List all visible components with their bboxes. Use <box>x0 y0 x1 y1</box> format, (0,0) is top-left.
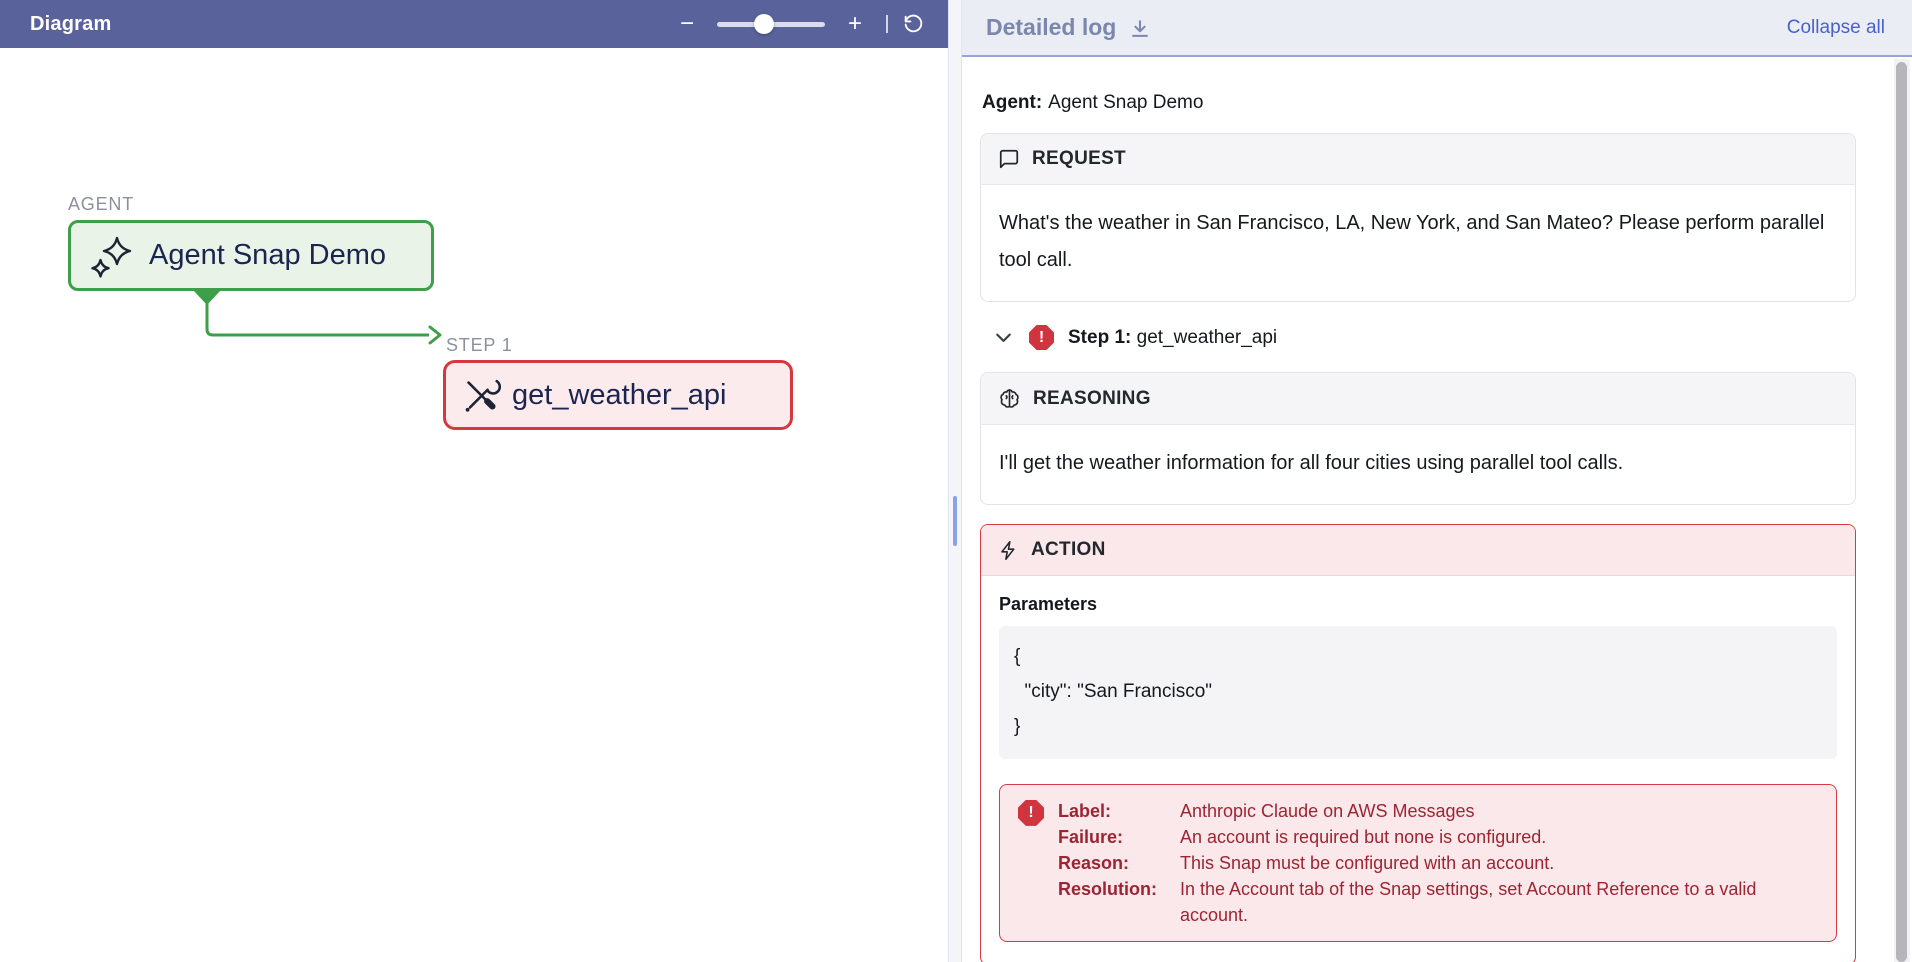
connector-lines <box>0 48 948 962</box>
splitter-drag-handle[interactable] <box>953 496 957 546</box>
panel-splitter[interactable] <box>948 0 962 962</box>
diagram-panel: Diagram − + <box>0 0 948 962</box>
diagram-panel-title: Diagram <box>30 13 111 36</box>
action-card-header: ACTION <box>981 525 1855 576</box>
parameters-label: Parameters <box>999 594 1837 615</box>
log-scrollbar-thumb[interactable] <box>1896 62 1907 962</box>
log-body: Agent: Agent Snap Demo REQUEST What's the… <box>962 57 1912 962</box>
agent-line-value: Agent Snap Demo <box>1048 92 1203 113</box>
download-icon <box>1129 18 1151 40</box>
error-row-label: Reason: <box>1058 850 1180 876</box>
collapse-all-link[interactable]: Collapse all <box>1787 17 1885 39</box>
error-row-value: An account is required but none is confi… <box>1180 824 1818 850</box>
download-log-button[interactable] <box>1129 18 1151 40</box>
request-card-header: REQUEST <box>981 134 1855 185</box>
error-row-value: Anthropic Claude on AWS Messages <box>1180 798 1818 824</box>
speech-bubble-icon <box>998 148 1020 170</box>
diagram-canvas[interactable]: AGENT Agent Snap Demo STEP 1 <box>0 48 948 962</box>
zoom-separator <box>886 15 888 33</box>
request-heading: REQUEST <box>1032 148 1126 170</box>
reasoning-heading: REASONING <box>1033 388 1151 410</box>
error-row-value: In the Account tab of the Snap settings,… <box>1180 876 1818 928</box>
reset-zoom-icon <box>903 14 924 35</box>
agent-line-label: Agent: <box>982 92 1042 113</box>
step1-node[interactable]: get_weather_api <box>443 360 793 430</box>
step1-error-badge: ! <box>1029 325 1054 350</box>
log-panel-title: Detailed log <box>986 14 1116 41</box>
error-row-label: Failure: <box>1058 824 1180 850</box>
reasoning-text: I'll get the weather information for all… <box>981 425 1855 504</box>
step1-row-text: Step 1: get_weather_api <box>1068 327 1277 349</box>
log-title-group: Detailed log <box>986 14 1151 41</box>
request-text: What's the weather in San Francisco, LA,… <box>981 185 1855 301</box>
zoom-slider[interactable] <box>717 14 825 34</box>
agent-node[interactable]: Agent Snap Demo <box>68 220 434 291</box>
step1-row-name: get_weather_api <box>1137 327 1278 348</box>
parameters-code-block: { "city": "San Francisco" } <box>999 626 1837 759</box>
error-row-value: This Snap must be configured with an acc… <box>1180 850 1818 876</box>
chevron-down-icon[interactable] <box>992 326 1015 349</box>
lightning-icon <box>998 540 1019 561</box>
step1-node-name: get_weather_api <box>512 379 726 412</box>
app-window: Diagram − + <box>0 0 1912 962</box>
error-row-label: Label: <box>1058 798 1180 824</box>
agent-line: Agent: Agent Snap Demo <box>982 92 1856 114</box>
exclamation-glyph: ! <box>1028 804 1033 822</box>
action-card-body: Parameters { "city": "San Francisco" } !… <box>981 576 1855 962</box>
request-card: REQUEST What's the weather in San Franci… <box>980 133 1856 302</box>
zoom-controls: − + <box>673 12 924 36</box>
error-box: ! Label: Anthropic Claude on AWS Message… <box>999 784 1837 942</box>
zoom-in-button[interactable]: + <box>841 12 869 36</box>
error-row-label: Resolution: <box>1058 876 1180 928</box>
exclamation-glyph: ! <box>1039 329 1044 347</box>
tools-icon <box>459 374 501 416</box>
zoom-slider-thumb[interactable] <box>754 14 774 34</box>
step1-row-label: Step 1: <box>1068 327 1131 348</box>
reasoning-card: REASONING I'll get the weather informati… <box>980 372 1856 505</box>
brain-icon <box>998 387 1021 410</box>
action-heading: ACTION <box>1031 539 1106 561</box>
log-header: Detailed log Collapse all <box>962 0 1912 57</box>
reset-zoom-button[interactable] <box>903 14 924 35</box>
step1-type-label: STEP 1 <box>446 335 513 356</box>
error-details: Label: Anthropic Claude on AWS Messages … <box>1058 798 1818 928</box>
zoom-out-button[interactable]: − <box>673 12 701 36</box>
step1-log-row[interactable]: ! Step 1: get_weather_api <box>992 325 1856 350</box>
action-card: ACTION Parameters { "city": "San Francis… <box>980 524 1856 962</box>
sparkles-icon <box>89 233 135 279</box>
diagram-header: Diagram − + <box>0 0 948 48</box>
detailed-log-panel: Detailed log Collapse all Agent: Agent Sn… <box>962 0 1912 962</box>
error-box-badge: ! <box>1018 800 1044 826</box>
agent-type-label: AGENT <box>68 194 134 215</box>
log-scrollbar[interactable] <box>1894 59 1910 962</box>
agent-node-name: Agent Snap Demo <box>149 239 386 272</box>
reasoning-card-header: REASONING <box>981 373 1855 425</box>
